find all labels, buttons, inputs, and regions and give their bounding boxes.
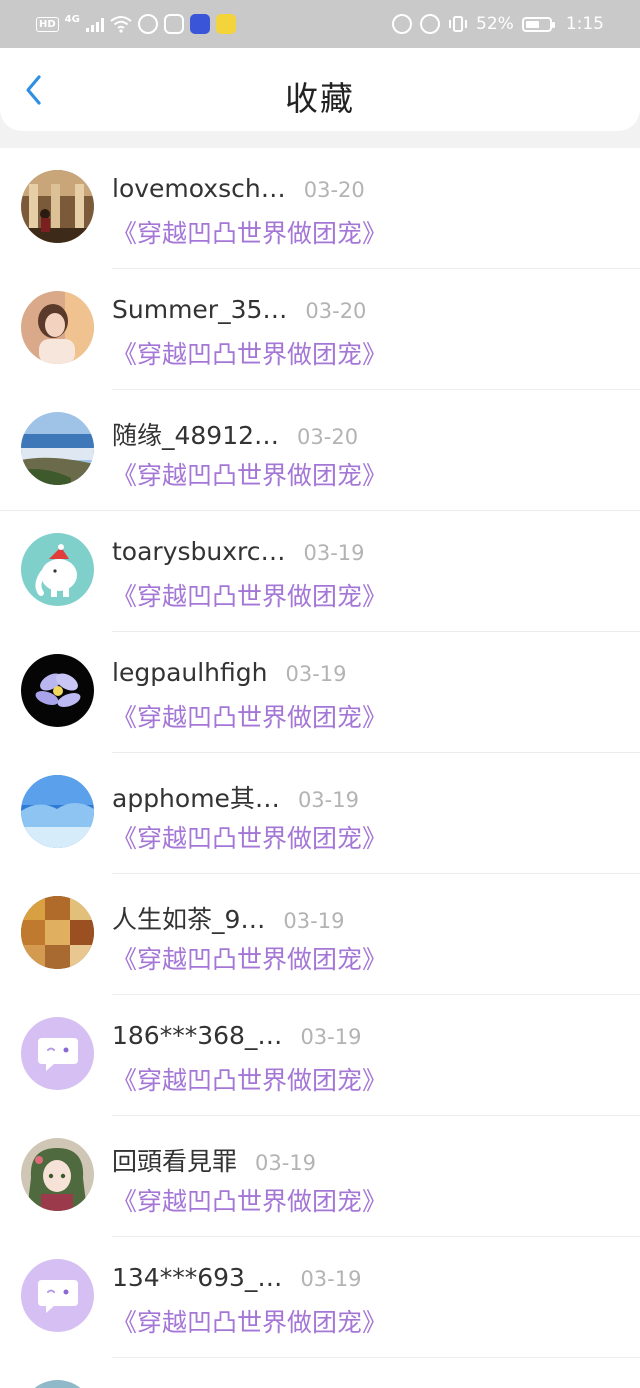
username: legpaulhfigh (112, 658, 268, 687)
battery-percent: 52% (476, 14, 514, 34)
list-item-partial (0, 1358, 640, 1388)
default-avatar-icon (21, 1259, 94, 1332)
book-title[interactable]: 《穿越凹凸世界做团宠》 (112, 214, 387, 250)
book-title[interactable]: 《穿越凹凸世界做团宠》 (112, 819, 387, 855)
list-item[interactable]: apphome其… 03-19 《穿越凹凸世界做团宠》 (0, 753, 640, 874)
list-item[interactable]: 134***693_… 03-19 《穿越凹凸世界做团宠》 (0, 1237, 640, 1358)
list-item[interactable]: toarysbuxrc… 03-19 《穿越凹凸世界做团宠》 (0, 511, 640, 632)
book-title[interactable]: 《穿越凹凸世界做团宠》 (112, 335, 387, 371)
hand-icon (163, 14, 184, 34)
wifi-icon (110, 16, 132, 33)
username: 186***368_… (112, 1021, 283, 1050)
date: 03-19 (303, 541, 365, 565)
default-avatar-icon (21, 1017, 94, 1090)
list-item[interactable]: 人生如茶_9… 03-19 《穿越凹凸世界做团宠》 (0, 874, 640, 995)
list-item[interactable]: legpaulhfigh 03-19 《穿越凹凸世界做团宠》 (0, 632, 640, 753)
book-title[interactable]: 《穿越凹凸世界做团宠》 (112, 698, 387, 734)
avatar (21, 533, 94, 606)
list-item[interactable]: 随缘_48912… 03-20 《穿越凹凸世界做团宠》 (0, 390, 640, 511)
status-bar: HD 4G 52% 1:15 (0, 0, 640, 48)
username: lovemoxsch… (112, 174, 286, 203)
nfc-icon (392, 14, 413, 34)
vibrate-icon (449, 16, 468, 32)
favorites-list: lovemoxsch… 03-20 《穿越凹凸世界做团宠》 Summer_35…… (0, 148, 640, 1388)
avatar (21, 1138, 94, 1211)
hd-badge: HD (36, 16, 59, 32)
status-bar-left: HD 4G (36, 12, 236, 36)
date: 03-19 (283, 909, 345, 933)
username: 回頭看見罪 (112, 1147, 238, 1176)
date: 03-19 (300, 1025, 362, 1049)
book-title[interactable]: 《穿越凹凸世界做团宠》 (112, 577, 387, 613)
avatar (21, 654, 94, 727)
list-item[interactable]: 回頭看見罪 03-19 《穿越凹凸世界做团宠》 (0, 1116, 640, 1237)
list-item[interactable]: 186***368_… 03-19 《穿越凹凸世界做团宠》 (0, 995, 640, 1116)
app-notification-icon (215, 14, 236, 34)
avatar (21, 896, 94, 969)
book-title[interactable]: 《穿越凹凸世界做团宠》 (112, 1061, 387, 1097)
date: 03-20 (305, 299, 367, 323)
avatar (21, 170, 94, 243)
list-item[interactable]: lovemoxsch… 03-20 《穿越凹凸世界做团宠》 (0, 148, 640, 269)
music-app-icon (189, 14, 210, 34)
list-item[interactable]: Summer_35… 03-20 《穿越凹凸世界做团宠》 (0, 269, 640, 390)
header-bar: 收藏 (0, 48, 640, 131)
avatar (21, 412, 94, 485)
date: 03-19 (285, 662, 347, 686)
alarm-icon (420, 14, 441, 34)
date: 03-19 (297, 788, 359, 812)
date: 03-20 (303, 178, 365, 202)
username: toarysbuxrc… (112, 537, 286, 566)
page-title: 收藏 (285, 79, 355, 118)
date: 03-20 (297, 425, 359, 449)
username: 随缘_48912… (112, 421, 280, 450)
avatar (21, 1259, 94, 1332)
avatar (21, 1017, 94, 1090)
status-bar-right: 52% 1:15 (392, 12, 604, 36)
book-title[interactable]: 《穿越凹凸世界做团宠》 (112, 456, 387, 492)
avatar (21, 775, 94, 848)
sync-icon (137, 14, 158, 34)
network-type: 4G (64, 13, 80, 25)
avatar (21, 291, 94, 364)
signal-icon (85, 16, 104, 32)
battery-icon (521, 16, 555, 32)
username: Summer_35… (112, 295, 288, 324)
date: 03-19 (300, 1267, 362, 1291)
book-title[interactable]: 《穿越凹凸世界做团宠》 (112, 940, 387, 976)
clock-time: 1:15 (565, 14, 604, 34)
date: 03-19 (255, 1151, 317, 1175)
username: 人生如茶_9… (112, 905, 266, 934)
username: apphome其… (112, 784, 280, 813)
book-title[interactable]: 《穿越凹凸世界做团宠》 (112, 1182, 387, 1218)
username: 134***693_… (112, 1263, 283, 1292)
book-title[interactable]: 《穿越凹凸世界做团宠》 (112, 1303, 387, 1339)
